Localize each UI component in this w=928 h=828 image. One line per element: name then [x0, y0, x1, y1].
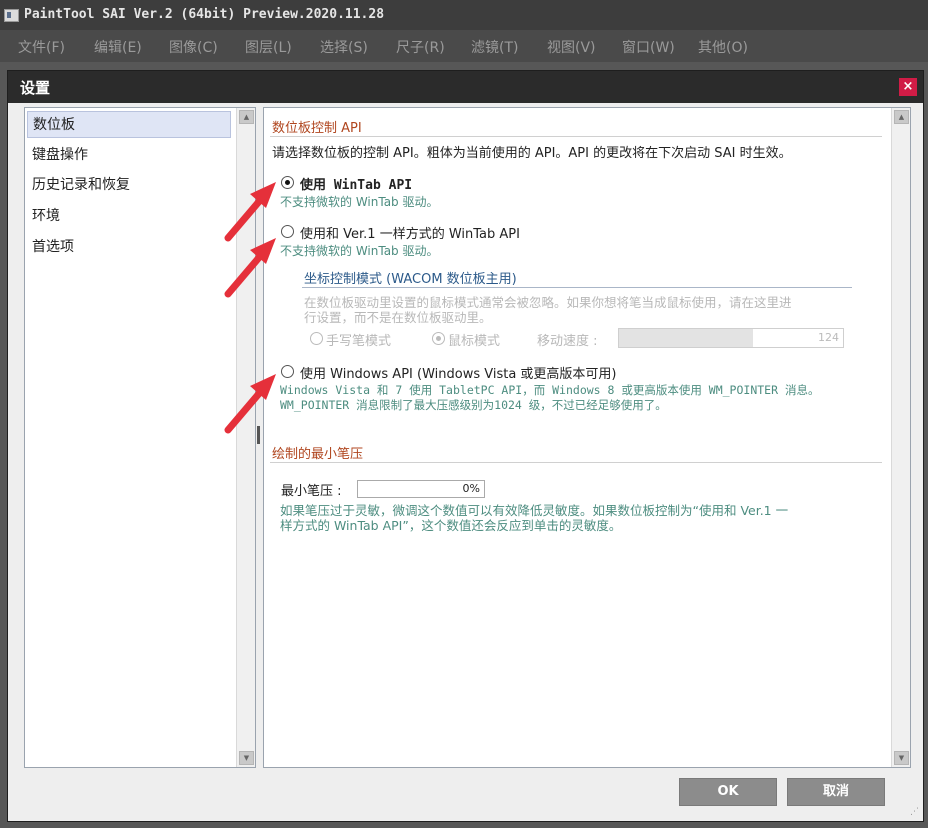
option-wintab-v1-desc: 不支持微软的 WinTab 驱动。 [280, 244, 439, 258]
option-wintab-label[interactable]: 使用 WinTab API [300, 174, 412, 193]
menu-ruler[interactable]: 尺子(R) [396, 37, 445, 57]
title-bar: PaintTool SAI Ver.2 (64bit) Preview.2020… [0, 0, 928, 30]
scroll-up-icon[interactable]: ▲ [894, 110, 909, 124]
sidebar-item-keyboard[interactable]: 键盘操作 [27, 142, 231, 169]
divider [270, 136, 882, 137]
radio-wintab[interactable] [281, 176, 294, 189]
min-pressure-value: 0% [462, 482, 480, 495]
menu-bar: 文件(F) 编辑(E) 图像(C) 图层(L) 选择(S) 尺子(R) 滤镜(T… [0, 30, 928, 62]
move-speed-label: 移动速度 : [537, 334, 598, 349]
dialog-title-bar: 设置 × [8, 71, 923, 103]
option-wintab-desc: 不支持微软的 WinTab 驱动。 [280, 195, 439, 209]
option-windows-api-desc-1: Windows Vista 和 7 使用 TabletPC API，而 Wind… [280, 383, 820, 397]
menu-view[interactable]: 视图(V) [547, 37, 596, 57]
radio-mouse-mode[interactable] [432, 332, 445, 345]
menu-window[interactable]: 窗口(W) [622, 37, 675, 57]
radio-pen-mode[interactable] [310, 332, 323, 345]
tablet-api-intro: 请选择数位板的控制 API。粗体为当前使用的 API。API 的更改将在下次启动… [272, 146, 792, 161]
option-windows-api-desc-2: WM_POINTER 消息限制了最大压感级别为1024 级，不过已经足够使用了。 [280, 398, 667, 412]
menu-layer[interactable]: 图层(L) [245, 37, 292, 57]
move-speed-fill [619, 329, 754, 347]
dialog-title: 设置 [20, 79, 51, 97]
section-title-tablet-api: 数位板控制 API [272, 121, 362, 136]
scroll-down-icon[interactable]: ▼ [894, 751, 909, 765]
scroll-up-icon[interactable]: ▲ [239, 110, 254, 124]
window-title: PaintTool SAI Ver.2 (64bit) Preview.2020… [24, 7, 385, 22]
close-button[interactable]: × [899, 78, 917, 96]
coord-mode-title: 坐标控制模式 (WACOM 数位板主用) [304, 272, 517, 287]
cancel-button[interactable]: 取消 [787, 778, 885, 806]
radio-wintab-v1[interactable] [281, 225, 294, 238]
menu-select[interactable]: 选择(S) [320, 37, 368, 57]
sidebar-item-tablet[interactable]: 数位板 [27, 111, 231, 138]
radio-windows-api[interactable] [281, 365, 294, 378]
move-speed-slider[interactable]: 124 [618, 328, 844, 348]
sidebar-item-history[interactable]: 历史记录和恢复 [27, 172, 231, 199]
divider [270, 462, 882, 463]
menu-file[interactable]: 文件(F) [18, 37, 65, 57]
min-pressure-label: 最小笔压 : [281, 484, 342, 499]
content-scrollbar[interactable]: ▲ ▼ [891, 108, 910, 767]
option-wintab-v1-label[interactable]: 使用和 Ver.1 一样方式的 WinTab API [300, 223, 520, 242]
menu-filter[interactable]: 滤镜(T) [471, 37, 518, 57]
sidebar-item-environment[interactable]: 环境 [27, 203, 231, 230]
red-arrow-icon [224, 238, 276, 298]
option-windows-api-label[interactable]: 使用 Windows API (Windows Vista 或更高版本可用) [300, 363, 617, 382]
section-title-min-pressure: 绘制的最小笔压 [272, 447, 364, 462]
menu-other[interactable]: 其他(O) [698, 37, 748, 57]
app-icon [4, 9, 19, 22]
ok-button[interactable]: OK [679, 778, 777, 806]
sidebar-item-preferences[interactable]: 首选项 [27, 234, 231, 261]
divider [302, 287, 852, 288]
scroll-down-icon[interactable]: ▼ [239, 751, 254, 765]
min-pressure-desc-2: 样方式的 WinTab API”，这个数值还会反应到单击的灵敏度。 [280, 518, 622, 533]
resize-grip-icon[interactable]: ⋰ [910, 807, 919, 817]
close-icon: × [902, 79, 914, 94]
min-pressure-input[interactable]: 0% [357, 480, 485, 498]
mouse-mode-label[interactable]: 鼠标模式 [448, 330, 500, 349]
settings-dialog: 设置 × 数位板 键盘操作 历史记录和恢复 环境 首选项 ▲ ▼ 数位板控制 A… [7, 70, 924, 822]
menu-image[interactable]: 图像(C) [169, 37, 218, 57]
red-arrow-icon [224, 374, 276, 434]
move-speed-value: 124 [818, 331, 839, 344]
settings-content: 数位板控制 API 请选择数位板的控制 API。粗体为当前使用的 API。API… [263, 107, 911, 768]
coord-mode-desc-2: 行设置，而不是在数位板驱动里。 [304, 310, 492, 325]
pen-mode-label[interactable]: 手写笔模式 [326, 330, 391, 349]
menu-edit[interactable]: 编辑(E) [94, 37, 142, 57]
